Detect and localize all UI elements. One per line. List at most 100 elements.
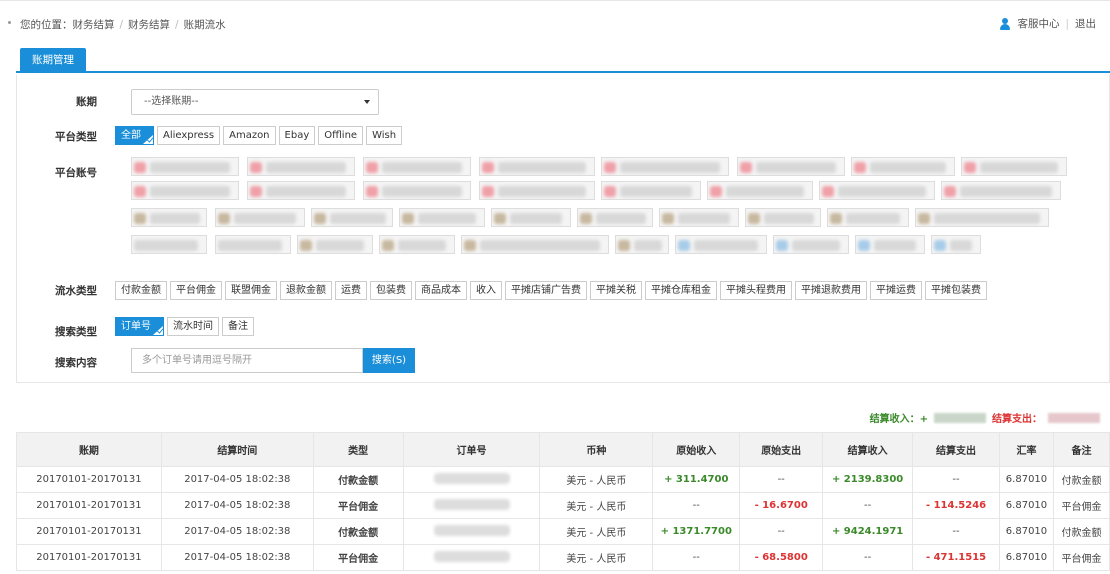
flow-option[interactable]: 退款金额 xyxy=(280,281,332,300)
account-option[interactable] xyxy=(479,157,595,176)
customer-service-icon xyxy=(999,17,1011,30)
col-header: 备注 xyxy=(1052,432,1110,467)
account-option[interactable] xyxy=(379,235,455,254)
order-number-redacted xyxy=(433,524,510,536)
cell-original-income: -- xyxy=(652,492,741,519)
flow-option[interactable]: 平摊关税 xyxy=(590,281,642,300)
account-option[interactable] xyxy=(363,157,471,176)
cell-original-income: + 311.4700 xyxy=(652,466,741,493)
account-option[interactable] xyxy=(131,157,239,176)
flow-option[interactable]: 平摊退款费用 xyxy=(795,281,867,300)
table-header-row: 账期 结算时间 类型 订单号 币种 原始收入 原始支出 结算收入 结算支出 汇率… xyxy=(16,432,1110,467)
customer-service-link[interactable]: 客服中心 xyxy=(1017,16,1059,31)
flow-type-label: 流水类型 xyxy=(55,285,97,297)
flow-option[interactable]: 付款金额 xyxy=(115,281,167,300)
account-option[interactable] xyxy=(707,181,813,200)
account-option[interactable] xyxy=(601,157,729,176)
account-option[interactable] xyxy=(311,208,393,227)
search-button[interactable]: 搜索(S) xyxy=(363,348,415,373)
option-label: 全部 xyxy=(121,130,141,141)
flow-option[interactable]: 平摊运费 xyxy=(870,281,922,300)
cell-currency: 美元 - 人民币 xyxy=(539,492,654,519)
cell-settle-expense: - 114.5246 xyxy=(912,492,1000,519)
platform-option-wish[interactable]: Wish xyxy=(366,126,403,145)
table-row[interactable]: 20170101-20170131 2017-04-05 18:02:38 平台… xyxy=(16,544,1110,571)
account-option[interactable] xyxy=(773,235,849,254)
account-option[interactable] xyxy=(601,181,701,200)
search-type-remark[interactable]: 备注 xyxy=(222,317,254,336)
account-option[interactable] xyxy=(941,181,1061,200)
flow-option[interactable]: 运费 xyxy=(335,281,367,300)
account-option[interactable] xyxy=(855,235,925,254)
account-option[interactable] xyxy=(247,157,355,176)
account-option[interactable] xyxy=(961,157,1067,176)
flow-option[interactable]: 平摊店铺广告费 xyxy=(505,281,587,300)
flow-option[interactable]: 联盟佣金 xyxy=(225,281,277,300)
platform-option-ebay[interactable]: Ebay xyxy=(278,126,316,145)
breadcrumb-item[interactable]: 财务结算 xyxy=(128,19,170,31)
account-option[interactable] xyxy=(215,235,291,254)
platform-option-amazon[interactable]: Amazon xyxy=(223,126,276,145)
check-icon xyxy=(153,326,163,335)
table-row[interactable]: 20170101-20170131 2017-04-05 18:02:38 平台… xyxy=(16,492,1110,519)
flow-option[interactable]: 商品成本 xyxy=(415,281,467,300)
account-option[interactable] xyxy=(297,235,373,254)
col-header: 结算收入 xyxy=(822,432,914,467)
account-option[interactable] xyxy=(745,208,821,227)
account-option[interactable] xyxy=(675,235,767,254)
flow-option[interactable]: 平摊包装费 xyxy=(925,281,987,300)
cell-remark: 付款金额 xyxy=(1052,466,1110,493)
platform-option-all[interactable]: 全部 xyxy=(115,126,154,145)
cell-original-income: + 1371.7700 xyxy=(652,518,741,545)
table-row[interactable]: 20170101-20170131 2017-04-05 18:02:38 付款… xyxy=(16,466,1110,493)
logout-link[interactable]: 退出 xyxy=(1075,16,1096,31)
account-option[interactable] xyxy=(851,157,955,176)
account-option[interactable] xyxy=(577,208,653,227)
account-option[interactable] xyxy=(915,208,1049,227)
account-option[interactable] xyxy=(247,181,355,200)
account-option[interactable] xyxy=(131,208,207,227)
account-option[interactable] xyxy=(215,208,305,227)
breadcrumb-item[interactable]: 财务结算 xyxy=(73,19,115,31)
account-option[interactable] xyxy=(737,157,845,176)
tab-bar: 账期管理 xyxy=(16,48,1110,73)
account-option[interactable] xyxy=(399,208,485,227)
platform-option-offline[interactable]: Offline xyxy=(318,126,364,145)
flow-option[interactable]: 平摊仓库租金 xyxy=(645,281,717,300)
breadcrumb-dot-icon xyxy=(8,21,11,24)
settlement-expense-label: 结算支出： xyxy=(992,414,1042,425)
flow-option[interactable]: 平摊头程费用 xyxy=(720,281,792,300)
flow-option[interactable]: 包装费 xyxy=(370,281,412,300)
account-option[interactable] xyxy=(931,235,981,254)
col-header: 类型 xyxy=(312,432,404,467)
check-icon xyxy=(143,135,153,144)
tab-period-management[interactable]: 账期管理 xyxy=(20,48,86,73)
platform-option-aliexpress[interactable]: Aliexpress xyxy=(157,126,221,145)
account-option[interactable] xyxy=(491,208,571,227)
period-select[interactable]: --选择账期-- xyxy=(131,89,379,115)
account-option[interactable] xyxy=(363,181,471,200)
account-option[interactable] xyxy=(659,208,739,227)
account-option[interactable] xyxy=(827,208,909,227)
flow-option[interactable]: 收入 xyxy=(470,281,502,300)
col-header: 原始收入 xyxy=(652,432,741,467)
order-number-redacted xyxy=(433,472,510,484)
cell-settle-income: -- xyxy=(822,544,914,571)
search-input[interactable]: 多个订单号请用逗号隔开 xyxy=(131,348,363,373)
account-option[interactable] xyxy=(479,181,595,200)
flow-type-group: 付款金额 平台佣金 联盟佣金 退款金额 运费 包装费 商品成本 收入 平摊店铺广… xyxy=(115,281,987,300)
table-row[interactable]: 20170101-20170131 2017-04-05 18:02:38 付款… xyxy=(16,518,1110,545)
flow-option[interactable]: 平台佣金 xyxy=(170,281,222,300)
account-option[interactable] xyxy=(615,235,669,254)
breadcrumb-separator: / xyxy=(175,19,179,31)
link-divider: | xyxy=(1065,17,1069,30)
account-option[interactable] xyxy=(461,235,609,254)
account-option[interactable] xyxy=(819,181,935,200)
col-header: 汇率 xyxy=(999,432,1054,467)
search-type-flow-time[interactable]: 流水时间 xyxy=(167,317,219,336)
account-option[interactable] xyxy=(131,235,207,254)
account-option[interactable] xyxy=(131,181,239,200)
cell-type: 平台佣金 xyxy=(312,544,404,571)
cell-remark: 平台佣金 xyxy=(1052,492,1110,519)
search-type-order-number[interactable]: 订单号 xyxy=(115,317,164,336)
